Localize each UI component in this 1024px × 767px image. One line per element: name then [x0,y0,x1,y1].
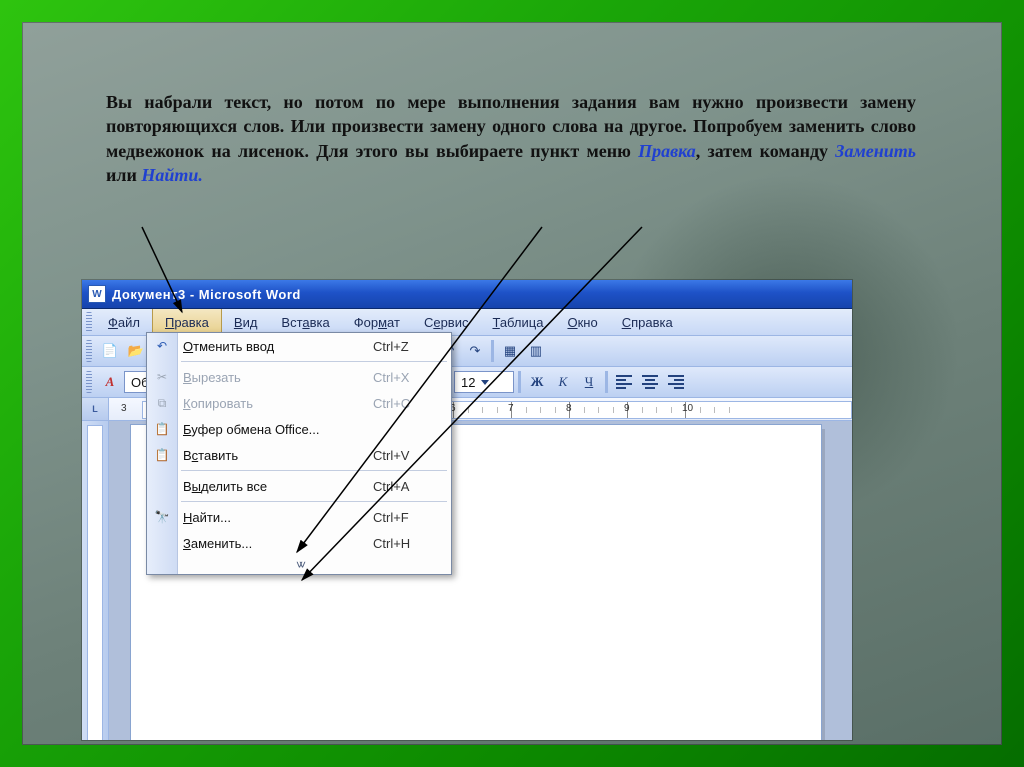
menu-expand-chevron-icon[interactable]: ˅˅ [147,556,451,574]
menu-separator [181,470,447,471]
shortcut: Ctrl+A [373,479,451,494]
instr-accent3: Найти. [141,165,203,185]
underline-button[interactable]: Ч [577,370,601,394]
ruler-lead-num: 3 [121,403,127,414]
align-right-icon[interactable] [664,370,688,394]
undo-icon: ↶ [152,336,172,356]
ruler-number: 8 [566,403,572,414]
toolbar-sep [605,371,608,393]
chevron-down-icon [481,380,489,385]
menu-undo[interactable]: ↶ Отменить ввод Ctrl+Z [147,333,451,359]
menu-paste[interactable]: 📋 Вставить Ctrl+V [147,442,451,468]
copy-icon: ⧉ [152,393,172,413]
shortcut: Ctrl+H [373,536,451,551]
open-icon[interactable]: 📂 [124,339,148,363]
menu-select-all[interactable]: Выделить все Ctrl+A [147,473,451,499]
menu-separator [181,361,447,362]
slide-frame: Вы набрали текст, но потом по мере выпол… [0,0,1024,767]
instr-part2: на [204,141,238,161]
instr-accent1: Правка [638,141,696,161]
bold-button[interactable]: Ж [525,370,549,394]
font-size-selector[interactable]: 12 [454,371,514,393]
instr-word1: медвежонок [106,141,204,161]
menu-separator [181,501,447,502]
window-title: Документ3 - Microsoft Word [112,287,301,302]
instr-part3: Для этого вы выбираете пункт меню [309,141,638,161]
ruler-number: 10 [682,403,693,414]
italic-button[interactable]: К [551,370,575,394]
titlebar[interactable]: W Документ3 - Microsoft Word [82,280,852,309]
menu-table[interactable]: Таблица [480,309,555,335]
menubar-grip[interactable] [86,312,92,332]
word-app-icon: W [88,285,106,303]
menu-help[interactable]: Справка [610,309,685,335]
menu-copy: ⧉ Копировать Ctrl+C [147,390,451,416]
menu-replace[interactable]: Заменить... Ctrl+H [147,530,451,556]
align-left-icon[interactable] [612,370,636,394]
ruler-number: 9 [624,403,630,414]
new-doc-icon[interactable]: 📄 [98,339,122,363]
instr-word2: лисенок. [238,141,309,161]
shortcut: Ctrl+F [373,510,451,525]
instruction-text: Вы набрали текст, но потом по мере выпол… [106,90,916,187]
shortcut: Ctrl+V [373,448,451,463]
menu-file[interactable]: Файл [96,309,152,335]
redo-icon[interactable]: ↷ [463,339,487,363]
menu-cut: ✂ Вырезать Ctrl+X [147,364,451,390]
binoculars-icon: 🔭 [152,507,172,527]
insert-table-icon[interactable]: ▦ [498,339,522,363]
shortcut: Ctrl+X [373,370,451,385]
align-center-icon[interactable] [638,370,662,394]
instr-accent2: Заменить [835,141,916,161]
instr-part1: Вы набрали текст, но потом по мере выпол… [106,92,916,136]
toolbar-sep [518,371,521,393]
toolbar-sep [491,340,494,362]
instr-part5: или [106,165,141,185]
columns-icon[interactable]: ▥ [524,339,548,363]
clipboard-icon: 📋 [152,419,172,439]
menu-find[interactable]: 🔭 Найти... Ctrl+F [147,504,451,530]
instr-part4: , затем команду [696,141,836,161]
styles-a-icon[interactable]: A [98,370,122,394]
shortcut: Ctrl+C [373,396,451,411]
ruler-corner[interactable]: L [82,398,109,420]
slide-content: Вы набрали текст, но потом по мере выпол… [22,22,1002,745]
vertical-ruler[interactable] [82,421,109,740]
toolbar1-grip[interactable] [86,340,92,362]
menu-office-clipboard[interactable]: 📋 Буфер обмена Office... [147,416,451,442]
menu-window[interactable]: Окно [555,309,609,335]
ruler-number: 7 [508,403,514,414]
toolbar2-grip[interactable] [86,371,92,393]
edit-menu-dropdown: ↶ Отменить ввод Ctrl+Z ✂ Вырезать Ctrl+X… [146,332,452,575]
shortcut: Ctrl+Z [373,339,451,354]
paste-icon: 📋 [152,445,172,465]
cut-icon: ✂ [152,367,172,387]
font-size-value: 12 [461,375,475,390]
